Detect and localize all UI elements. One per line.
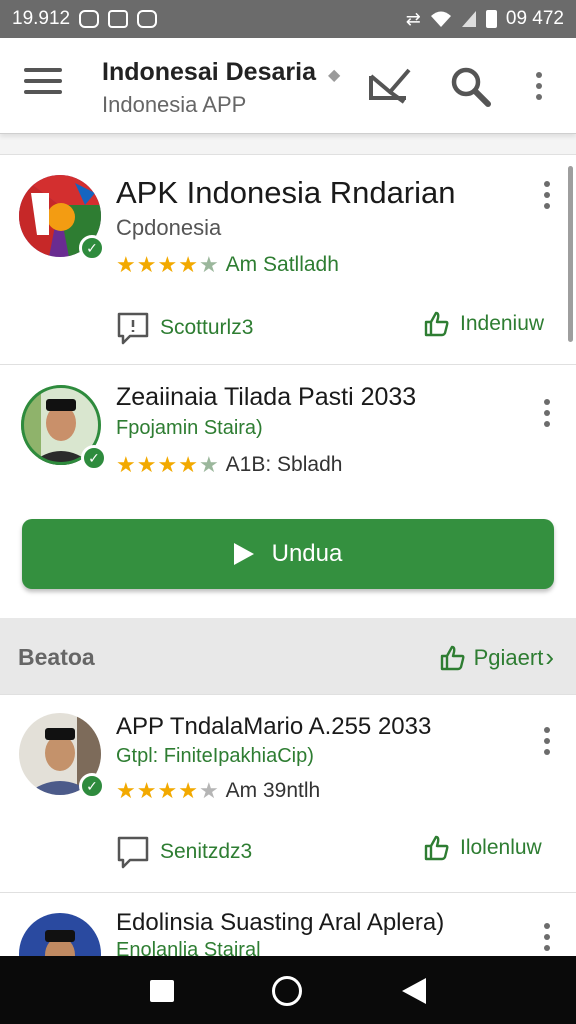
star-full-icon: ★ (157, 452, 178, 477)
star-full-icon: ★ (116, 452, 136, 477)
star-empty-icon: ★ (198, 252, 219, 277)
developer-avatar: ✓ (21, 385, 107, 471)
app-bar: Indonesai Desaria Indonesia APP ◆ (0, 38, 576, 134)
comment-action-label: Senitzdz3 (160, 840, 253, 863)
search-icon[interactable] (448, 64, 492, 108)
app-card[interactable]: Edolinsia Suasting Aral Aplera) Enolanli… (0, 892, 576, 956)
recents-icon[interactable] (150, 980, 174, 1002)
developer-avatar (19, 913, 103, 956)
thumb-up-icon (424, 835, 449, 861)
star-empty-icon: ★ (198, 778, 219, 803)
app-card[interactable]: ✓ APK Indonesia Rndarian Cpdonesia ★ ★ ★… (0, 154, 576, 364)
developer-name[interactable]: Enolanlia Stairal (116, 939, 261, 956)
person-avatar-icon (19, 913, 101, 956)
verified-check-icon: ✓ (79, 773, 105, 799)
install-button-label: Undua (271, 540, 343, 567)
like-action[interactable]: Indeniuw (424, 311, 544, 337)
comment-action[interactable]: Senitzdz3 (116, 835, 252, 869)
section-link-label: Pgiaert (473, 644, 544, 670)
app-bar-subtitle: Indonesia APP (102, 92, 247, 117)
comment-action[interactable]: Scotturlz3 (116, 311, 253, 345)
app-icon: ✓ (19, 175, 105, 261)
section-header: Beatoa Pgiaert › (0, 618, 576, 694)
install-button[interactable]: Undua (22, 519, 554, 589)
app-card[interactable]: ✓ APP TndalaMario A.255 2033 Gtpl: Finit… (0, 694, 576, 892)
app-card[interactable]: ✓ Zeaiinaia Tilada Pasti 2033 Fpojamin S… (0, 364, 576, 618)
battery-icon (485, 10, 497, 28)
verified-check-icon: ✓ (81, 445, 107, 471)
like-action-label: Indeniuw (460, 312, 545, 335)
comment-action-label: Scotturlz3 (160, 316, 254, 339)
star-empty-icon: ★ (198, 452, 219, 477)
section-title: Beatoa (18, 644, 95, 670)
star-full-icon: ★ (178, 252, 198, 277)
card-more-icon[interactable] (544, 181, 552, 214)
app-bar-title: Indonesai Desaria (102, 58, 316, 86)
status-bar: 19.912 ⇄ 09 472 (0, 0, 576, 38)
status-time: 19.912 (12, 8, 71, 29)
status-clock: 09 472 (505, 8, 564, 29)
image-icon (108, 10, 129, 28)
wifi-icon (430, 11, 451, 27)
notification-icon (79, 10, 100, 28)
developer-avatar: ✓ (19, 713, 105, 799)
like-action[interactable]: Ilolenluw (424, 835, 542, 861)
star-full-icon: ★ (116, 778, 136, 803)
comment-icon (117, 312, 149, 345)
rating-text: A1B: Sbladh (225, 453, 343, 476)
app-title[interactable]: Zeaiinaia Tilada Pasti 2033 (116, 383, 416, 412)
card-more-icon[interactable] (544, 923, 552, 956)
home-icon[interactable] (272, 976, 302, 1006)
rating-text: Am Satlladh (225, 253, 339, 276)
star-full-icon: ★ (116, 252, 136, 277)
star-full-icon: ★ (136, 452, 157, 477)
comment-icon (117, 836, 149, 869)
play-icon (233, 543, 254, 565)
app-title[interactable]: Edolinsia Suasting Aral Aplera) (116, 909, 444, 937)
menu-icon[interactable] (24, 68, 62, 98)
star-full-icon: ★ (157, 778, 178, 803)
game-controller-icon (137, 10, 158, 28)
star-full-icon: ★ (136, 778, 157, 803)
back-icon[interactable] (402, 978, 426, 1004)
chevron-right-icon: › (545, 642, 554, 672)
star-rating: ★ ★ ★ ★ ★ Am Satlladh (116, 253, 339, 277)
verified-check-icon: ✓ (79, 235, 105, 261)
like-action-label: Ilolenluw (460, 836, 542, 859)
star-full-icon: ★ (178, 778, 198, 803)
star-full-icon: ★ (178, 452, 198, 477)
star-rating: ★ ★ ★ ★ ★ A1B: Sbladh (116, 453, 342, 477)
scrollbar[interactable] (568, 166, 573, 342)
card-more-icon[interactable] (544, 399, 552, 432)
thumb-up-icon (424, 311, 449, 337)
dropdown-diamond-icon[interactable]: ◆ (328, 65, 340, 85)
vibrate-icon: ⇄ (405, 9, 421, 29)
developer-name[interactable]: Fpojamin Staira) (116, 417, 263, 440)
star-full-icon: ★ (136, 252, 157, 277)
app-title[interactable]: APP TndalaMario A.255 2033 (116, 713, 431, 741)
developer-name[interactable]: Cpdonesia (116, 215, 221, 241)
more-vert-icon[interactable] (536, 72, 544, 105)
star-full-icon: ★ (157, 252, 178, 277)
app-title[interactable]: APK Indonesia Rndarian (116, 175, 456, 211)
thumb-up-icon (440, 645, 465, 670)
mail-icon[interactable] (368, 64, 412, 108)
system-navigation-bar (0, 956, 576, 1024)
star-rating: ★ ★ ★ ★ ★ Am 39ntlh (116, 779, 320, 803)
section-see-more-link[interactable]: Pgiaert › (440, 642, 554, 673)
card-more-icon[interactable] (544, 727, 552, 760)
developer-name[interactable]: Gtpl: FiniteIpakhiaCip) (116, 745, 314, 768)
signal-icon (461, 11, 476, 27)
rating-text: Am 39ntlh (225, 779, 321, 802)
